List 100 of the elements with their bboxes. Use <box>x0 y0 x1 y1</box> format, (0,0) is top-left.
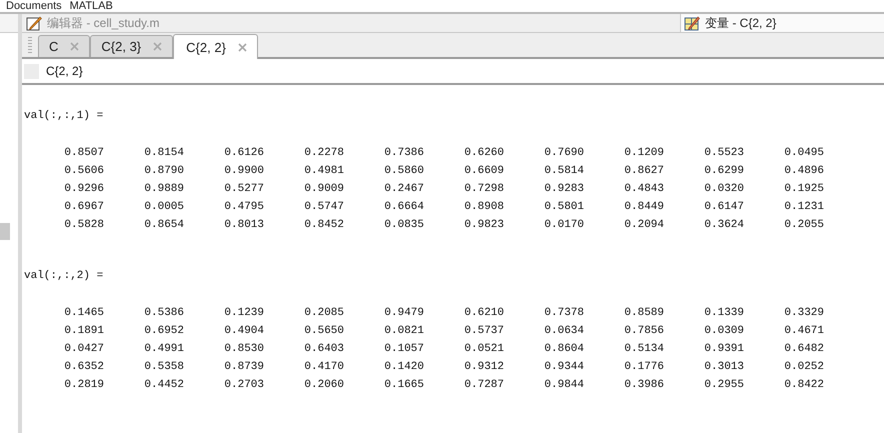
matrix-value: 0.9900 <box>223 164 264 179</box>
matrix-value: 0.2819 <box>63 378 104 393</box>
matrix-value: 0.9889 <box>143 182 184 197</box>
matrix-value: 0.6210 <box>463 306 504 321</box>
matrix-value: 0.1465 <box>63 306 104 321</box>
matrix-value: 0.0427 <box>63 342 104 357</box>
matrix-value: 0.7386 <box>383 146 424 161</box>
matrix-value: 0.6482 <box>783 342 824 357</box>
matrix-value: 0.4904 <box>223 324 264 339</box>
matrix-value: 0.9844 <box>543 378 584 393</box>
matrix-value: 0.5814 <box>543 164 584 179</box>
output-heading: val(:,:,1) = <box>24 109 104 124</box>
grip-handle[interactable] <box>28 37 32 53</box>
matrix-value: 0.9296 <box>63 182 104 197</box>
matrix-value: 0.0252 <box>783 360 824 375</box>
matrix-value: 0.5606 <box>63 164 104 179</box>
matrix-value: 0.4991 <box>143 342 184 357</box>
matrix-value: 0.8507 <box>63 146 104 161</box>
matrix-value: 0.5134 <box>623 342 664 357</box>
matrix-value: 0.8452 <box>303 218 344 233</box>
matrix-value: 0.7298 <box>463 182 504 197</box>
variable-tab[interactable]: C{2, 3} <box>90 35 174 57</box>
matrix-value: 0.2060 <box>303 378 344 393</box>
matrix-value: 0.6967 <box>63 200 104 215</box>
matrix-value: 0.0170 <box>543 218 584 233</box>
variable-tab[interactable]: C{2, 2} <box>173 34 258 59</box>
matrix-value: 0.2278 <box>303 146 344 161</box>
matrix-value: 0.6664 <box>383 200 424 215</box>
matrix-value: 0.0320 <box>703 182 744 197</box>
matrix-value: 0.2703 <box>223 378 264 393</box>
matrix-value: 0.5277 <box>223 182 264 197</box>
matrix-value: 0.0835 <box>383 218 424 233</box>
matrix-value: 0.5386 <box>143 306 184 321</box>
matrix-value: 0.0309 <box>703 324 744 339</box>
matrix-value: 0.0495 <box>783 146 824 161</box>
matrix-value: 0.3986 <box>623 378 664 393</box>
matrix-value: 0.8530 <box>223 342 264 357</box>
scrollbar-thumb[interactable] <box>0 223 10 240</box>
matrix-value: 0.2055 <box>783 218 824 233</box>
matrix-value: 0.1209 <box>623 146 664 161</box>
matrix-value: 0.4795 <box>223 200 264 215</box>
matrix-value: 0.9312 <box>463 360 504 375</box>
matrix-value: 0.6147 <box>703 200 744 215</box>
matrix-value: 0.8654 <box>143 218 184 233</box>
matrix-value: 0.8790 <box>143 164 184 179</box>
matrix-value: 0.6299 <box>703 164 744 179</box>
matrix-value: 0.1891 <box>63 324 104 339</box>
matrix-value: 0.0005 <box>143 200 184 215</box>
variables-title: 变量 - C{2, 2} <box>705 14 776 32</box>
matrix-value: 0.2467 <box>383 182 424 197</box>
pencil-icon <box>26 15 42 31</box>
variable-label: C{2, 2} <box>46 64 83 78</box>
matrix-value: 0.9823 <box>463 218 504 233</box>
matrix-value: 0.4170 <box>303 360 344 375</box>
matrix-value: 0.5801 <box>543 200 584 215</box>
close-icon[interactable] <box>238 42 247 52</box>
matrix-value: 0.1339 <box>703 306 744 321</box>
matrix-value: 0.1057 <box>383 342 424 357</box>
matrix-value: 0.5523 <box>703 146 744 161</box>
matrix-value: 0.5860 <box>383 164 424 179</box>
matrix-value: 0.5650 <box>303 324 344 339</box>
matrix-value: 0.8013 <box>223 218 264 233</box>
matrix-value: 0.8449 <box>623 200 664 215</box>
table-edit-icon <box>684 15 700 31</box>
matrix-value: 0.8154 <box>143 146 184 161</box>
matrix-value: 0.1776 <box>623 360 664 375</box>
matrix-value: 0.2094 <box>623 218 664 233</box>
matrix-value: 0.1239 <box>223 306 264 321</box>
matrix-value: 0.2955 <box>703 378 744 393</box>
matrix-value: 0.3013 <box>703 360 744 375</box>
matrix-value: 0.7856 <box>623 324 664 339</box>
matrix-value: 0.5358 <box>143 360 184 375</box>
variable-tab[interactable]: C <box>38 35 90 57</box>
matrix-value: 0.6352 <box>63 360 104 375</box>
matrix-value: 0.3329 <box>783 306 824 321</box>
matrix-value: 0.7378 <box>543 306 584 321</box>
breadcrumb-item[interactable]: Documents <box>6 0 62 12</box>
matrix-value: 0.3624 <box>703 218 744 233</box>
close-icon[interactable] <box>70 42 80 51</box>
matrix-value: 0.8739 <box>223 360 264 375</box>
output-heading: val(:,:,2) = <box>24 269 104 284</box>
matrix-value: 0.8589 <box>623 306 664 321</box>
matrix-value: 0.6952 <box>143 324 184 339</box>
matrix-value: 0.6403 <box>303 342 344 357</box>
close-icon[interactable] <box>153 42 162 51</box>
breadcrumb-item[interactable]: MATLAB <box>70 0 113 12</box>
matrix-value: 0.9009 <box>303 182 344 197</box>
matrix-value: 0.8604 <box>543 342 584 357</box>
matrix-value: 0.9479 <box>383 306 424 321</box>
matrix-value: 0.4671 <box>783 324 824 339</box>
matrix-value: 0.0634 <box>543 324 584 339</box>
matrix-value: 0.1420 <box>383 360 424 375</box>
matrix-value: 0.1925 <box>783 182 824 197</box>
matrix-value: 0.4896 <box>783 164 824 179</box>
matrix-value: 0.7690 <box>543 146 584 161</box>
matrix-value: 0.4843 <box>623 182 664 197</box>
matrix-value: 0.1231 <box>783 200 824 215</box>
matrix-value: 0.2085 <box>303 306 344 321</box>
matrix-value: 0.8422 <box>783 378 824 393</box>
matrix-value: 0.7287 <box>463 378 504 393</box>
